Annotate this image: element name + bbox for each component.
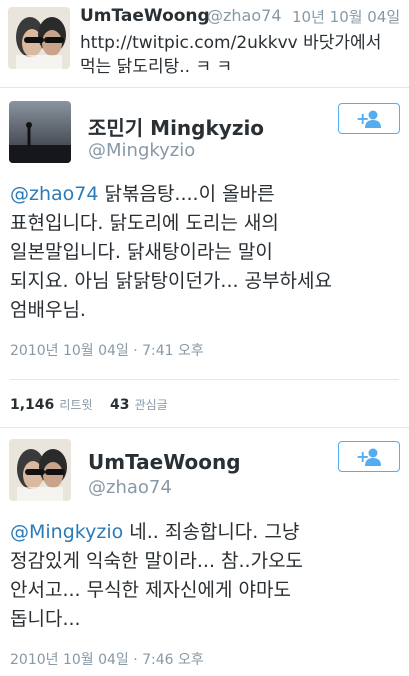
retweet-count: 1,146: [10, 397, 55, 413]
author-handle[interactable]: @zhao74: [207, 6, 282, 25]
mention-link[interactable]: @zhao74: [10, 183, 98, 205]
favorite-label: 관심글: [134, 398, 168, 412]
tweet-text-segment: 닭볶음탕....이 올바른: [98, 183, 275, 205]
mention-link[interactable]: @Mingkyzio: [10, 521, 123, 543]
tweet-text-line: 돕니다...: [10, 608, 81, 630]
tweet-text-line: 안서고... 무식한 제자신에게 야마도: [10, 579, 291, 601]
follow-button[interactable]: +: [338, 441, 400, 472]
tweet-text-line: @zhao74 닭볶음탕....이 올바른: [10, 180, 275, 209]
author-name[interactable]: 조민기 Mingkyzio: [88, 112, 264, 141]
add-user-icon: +: [356, 110, 381, 128]
tweet-timestamp[interactable]: 2010년 10월 04일 · 7:41 오후: [10, 340, 204, 360]
follow-button[interactable]: +: [338, 103, 400, 134]
retweet-stat[interactable]: 1,146 리트윗: [10, 394, 93, 413]
tweet-time[interactable]: 10년 10월 04일: [292, 6, 400, 27]
tweet-text-segment: 네.. 죄송합니다. 그냥: [123, 521, 300, 543]
retweet-label: 리트윗: [59, 398, 93, 412]
tweet-text-line: 표현입니다. 닭도리에 도리는 새의: [10, 212, 279, 234]
divider: [10, 379, 399, 380]
tweet-timestamp[interactable]: 2010년 10월 04일 · 7:46 오후: [10, 649, 204, 669]
favorite-stat[interactable]: 43 관심글: [110, 394, 168, 413]
tweet-text-line: 되지요. 아님 닭닭탕이던가... 공부하세요: [10, 270, 332, 292]
divider: [0, 87, 409, 88]
tweet-text-line: 먹는 닭도리탕.. ㅋ ㅋ: [80, 57, 233, 77]
avatar[interactable]: [9, 439, 71, 501]
author-handle[interactable]: @zhao74: [88, 477, 172, 498]
divider: [0, 427, 409, 428]
avatar[interactable]: [9, 101, 71, 163]
tweet-text-line: 일본말입니다. 닭새탕이라는 말이: [10, 241, 273, 263]
add-user-icon: +: [356, 448, 381, 466]
avatar[interactable]: [8, 7, 70, 69]
author-handle[interactable]: @Mingkyzio: [88, 140, 195, 161]
author-name[interactable]: UmTaeWoong: [80, 6, 210, 26]
tweet-text-line: 정감있게 익숙한 말이라... 참..가오도: [10, 550, 304, 572]
favorite-count: 43: [110, 397, 130, 413]
tweet-text-line: @Mingkyzio 네.. 죄송합니다. 그냥: [10, 518, 299, 547]
author-name[interactable]: UmTaeWoong: [88, 450, 241, 474]
tweet-text-line: 엄배우님.: [10, 299, 86, 321]
